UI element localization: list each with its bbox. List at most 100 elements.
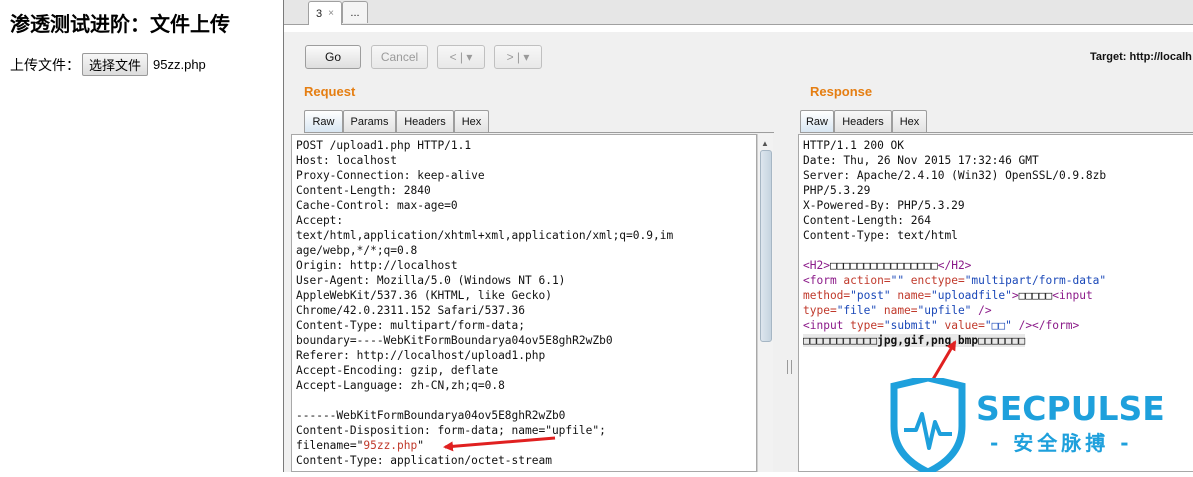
response-line: Date: Thu, 26 Nov 2015 17:32:46 GMT	[803, 154, 1039, 167]
request-line: Chrome/42.0.2311.152 Safari/537.36	[296, 304, 526, 317]
request-line: Accept:	[296, 214, 344, 227]
request-line: boundary=----WebKitFormBoundarya04ov5E8g…	[296, 334, 613, 347]
html-tag: </H2>	[937, 259, 972, 272]
request-line: Content-Type: application/octet-stream	[296, 454, 552, 467]
response-tab-raw[interactable]: Raw	[800, 110, 834, 132]
html-tag: />	[971, 304, 992, 317]
html-value: "multipart/form-data"	[964, 274, 1107, 287]
response-text[interactable]: HTTP/1.1 200 OK Date: Thu, 26 Nov 2015 1…	[799, 135, 1193, 348]
response-panel-title: Response	[810, 84, 873, 99]
html-value: "uploadfile"	[931, 289, 1012, 302]
request-line: User-Agent: Mozilla/5.0 (Windows NT 6.1)	[296, 274, 566, 287]
request-tab-params[interactable]: Params	[343, 110, 396, 132]
filename-suffix: "	[417, 439, 424, 452]
cancel-button[interactable]: Cancel	[371, 45, 428, 69]
choose-file-button[interactable]: 选择文件	[82, 53, 149, 76]
response-line: Server: Apache/2.4.10 (Win32) OpenSSL/0.…	[803, 169, 1107, 182]
request-line: Content-Type: multipart/form-data;	[296, 319, 526, 332]
request-line: text/html,application/xhtml+xml,applicat…	[296, 229, 674, 242]
repeater-tab-more[interactable]: ...	[342, 1, 368, 23]
response-tab-hex[interactable]: Hex	[892, 110, 927, 132]
request-line: Referer: http://localhost/upload1.php	[296, 349, 546, 362]
html-attr: method=	[803, 289, 851, 302]
toolbar-band	[284, 25, 1193, 32]
request-line: Origin: http://localhost	[296, 259, 458, 272]
html-text: □□□□□	[1018, 289, 1053, 302]
target-label[interactable]: Target: http://localh	[1090, 51, 1192, 63]
upload-row: 上传文件： 选择文件 95zz.php	[10, 53, 206, 76]
html-value: "upfile"	[917, 304, 972, 317]
request-text[interactable]: POST /upload1.php HTTP/1.1 Host: localho…	[292, 135, 756, 468]
request-tab-headers[interactable]: Headers	[396, 110, 454, 132]
html-attr: name=	[877, 304, 918, 317]
close-icon[interactable]: ×	[328, 8, 334, 19]
html-attr: action=	[836, 274, 891, 287]
back-arrow-icon: <	[449, 50, 457, 64]
request-line: Content-Length: 2840	[296, 184, 431, 197]
back-button[interactable]: < | ▾	[437, 45, 485, 69]
watermark-brand: SECPULSE	[976, 389, 1165, 428]
request-panel-title: Request	[304, 84, 356, 99]
request-line: age/webp,*/*;q=0.8	[296, 244, 418, 257]
response-tab-underline	[800, 132, 1193, 133]
repeater-tab-3[interactable]: 3 ×	[308, 1, 342, 25]
request-line: Accept-Encoding: gzip, deflate	[296, 364, 499, 377]
html-value: "□□"	[984, 319, 1012, 332]
html-attr: type=	[803, 304, 837, 317]
request-scrollbar[interactable]: ▲	[757, 134, 773, 472]
scroll-up-icon[interactable]: ▲	[761, 139, 769, 148]
go-button[interactable]: Go	[305, 45, 361, 69]
request-editor[interactable]: POST /upload1.php HTTP/1.1 Host: localho…	[291, 134, 757, 472]
forward-arrow-icon: >	[506, 50, 514, 64]
html-tag: /></form>	[1011, 319, 1080, 332]
response-line: Content-Type: text/html	[803, 229, 958, 242]
browser-page: 渗透测试进阶：文件上传 上传文件： 选择文件 95zz.php	[0, 0, 300, 472]
response-tab-headers[interactable]: Headers	[834, 110, 892, 132]
secpulse-watermark: SECPULSE - 安全脉搏 -	[888, 374, 1193, 476]
request-tab-hex[interactable]: Hex	[454, 110, 489, 132]
response-line: HTTP/1.1 200 OK	[803, 139, 905, 152]
request-tab-underline	[304, 132, 774, 133]
html-value: ""	[890, 274, 905, 287]
page-title: 渗透测试进阶：文件上传	[10, 12, 230, 36]
html-tag: <input	[1052, 289, 1093, 302]
split-divider-handle[interactable]	[787, 360, 792, 374]
html-value: "post"	[850, 289, 891, 302]
repeater-tab-label: 3	[316, 7, 323, 20]
request-line: POST /upload1.php HTTP/1.1	[296, 139, 472, 152]
html-value: "submit"	[883, 319, 938, 332]
filename-value: 95zz.php	[363, 439, 418, 452]
request-line: Accept-Language: zh-CN,zh;q=0.8	[296, 379, 505, 392]
request-line: ------WebKitFormBoundarya04ov5E8ghR2wZb0	[296, 409, 566, 422]
html-tag: >	[1011, 289, 1019, 302]
request-scroll-thumb[interactable]	[760, 150, 772, 342]
selected-file-name: 95zz.php	[153, 57, 206, 72]
watermark-sub: - 安全脉搏 -	[990, 431, 1133, 455]
html-tag: <H2>	[803, 259, 830, 272]
chevron-down-icon: ▾	[466, 50, 473, 64]
request-line: Proxy-Connection: keep-alive	[296, 169, 485, 182]
upload-label: 上传文件：	[10, 56, 80, 73]
request-line: Content-Disposition: form-data; name="up…	[296, 424, 606, 437]
html-attr: enctype=	[904, 274, 965, 287]
request-line: Host: localhost	[296, 154, 398, 167]
html-value: "file"	[836, 304, 878, 317]
filename-prefix: filename="	[296, 439, 364, 452]
html-tag: <form	[803, 274, 837, 287]
html-attr: name=	[890, 289, 931, 302]
repeater-tab-strip: 3 × ...	[284, 0, 1193, 25]
html-text: □□□□□□□□□□□□□□□□	[829, 259, 938, 272]
forward-button[interactable]: > | ▾	[494, 45, 542, 69]
html-attr: value=	[937, 319, 985, 332]
request-tab-raw[interactable]: Raw	[304, 110, 343, 132]
response-line: Content-Length: 264	[803, 214, 931, 227]
html-tag: <input	[803, 319, 844, 332]
shield-logo-icon: SECPULSE - 安全脉搏 -	[890, 374, 1165, 476]
html-attr: type=	[843, 319, 884, 332]
repeater-tab-label: ...	[350, 6, 360, 19]
response-line: PHP/5.3.29	[803, 184, 871, 197]
allowed-extensions-message: □□□□□□□□□□□jpg,gif,png,bmp□□□□□□□	[803, 334, 1026, 347]
chevron-down-icon: ▾	[523, 50, 530, 64]
request-line: Cache-Control: max-age=0	[296, 199, 458, 212]
request-line: AppleWebKit/537.36 (KHTML, like Gecko)	[296, 289, 552, 302]
